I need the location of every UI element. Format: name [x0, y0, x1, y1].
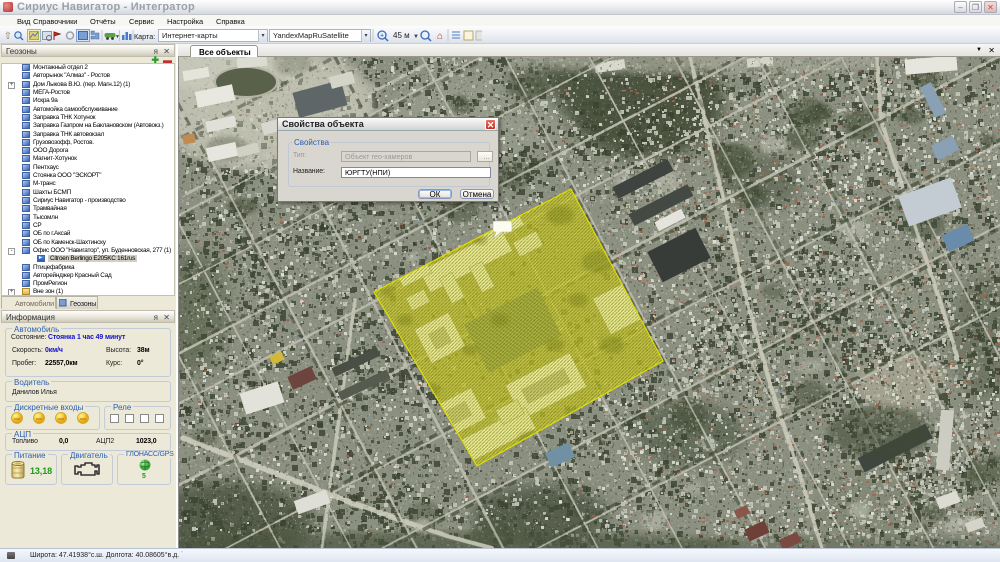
svg-text:▼: ▼: [413, 34, 419, 40]
svg-text:45 м: 45 м: [393, 31, 410, 40]
svg-text:⌂: ⌂: [437, 31, 443, 42]
svg-text:+: +: [380, 33, 384, 40]
svg-text:⇧: ⇧: [4, 31, 12, 42]
